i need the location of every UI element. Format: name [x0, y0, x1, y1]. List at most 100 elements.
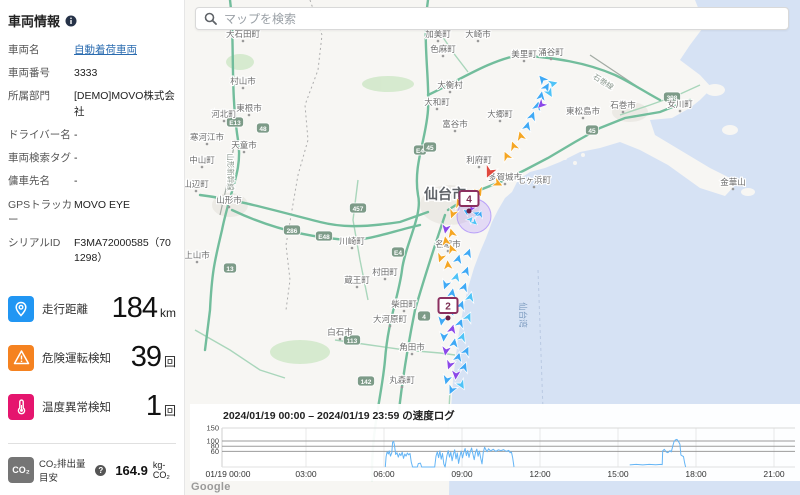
road-badge: 45 — [585, 124, 599, 136]
road-badge: 286 — [283, 224, 301, 236]
co2-icon: CO₂ — [8, 457, 34, 484]
svg-text:E48: E48 — [318, 234, 330, 241]
stat-label: 温度異常検知 — [42, 401, 111, 414]
svg-text:286: 286 — [287, 228, 298, 235]
road-badge: 48 — [256, 122, 270, 134]
stat-row-temperature: 温度異常検知 1 回 — [0, 382, 184, 431]
field-row: ドライバー名 - — [0, 124, 184, 147]
vehicle-name-link[interactable]: 自動着荷車両 — [74, 43, 137, 58]
y-tick-label: 60 — [211, 447, 219, 456]
map-place-label: 中山町 — [189, 155, 215, 165]
map-place-label: 大衡村 — [437, 80, 463, 90]
map-place-label: 七ヶ浜町 — [517, 175, 552, 185]
map-place-label: 山形市 — [216, 195, 242, 205]
map-place-label: 仙台湾 — [518, 302, 528, 328]
vehicle-fields: 車両名 自動着荷車両 車両番号 3333 所属部門 [DEMO]MOVO株式会社 ドライバー… — [0, 39, 184, 270]
stat-unit: 回 — [163, 404, 176, 419]
map-place-label: 丸森町 — [389, 375, 415, 385]
field-value: MOVO EYE — [74, 198, 131, 211]
map-place-label: 東松島市 — [566, 106, 601, 116]
field-value: - — [74, 128, 78, 141]
road-badge: 45 — [423, 141, 437, 153]
map-place-label: 角田市 — [399, 342, 425, 352]
vehicle-info-sidebar: 車両情報 車両名 自動着荷車両 車両番号 3333 所属部門 [DEMO]MOVO株式会社… — [0, 0, 185, 495]
map-place-label: 村田町 — [372, 267, 398, 277]
svg-text:457: 457 — [353, 206, 364, 213]
map-place-label: 村山市 — [230, 76, 256, 86]
field-row: シリアルID F3MA72000585（701298） — [0, 232, 184, 270]
map-place-label: 涌谷町 — [538, 47, 564, 57]
field-row: 傭車先名 - — [0, 170, 184, 193]
field-row: 車両検索タグ - — [0, 147, 184, 170]
y-tick-label: 150 — [206, 424, 219, 433]
map-place-label: 金華山 — [720, 177, 746, 187]
map-place-label: 色麻町 — [430, 44, 456, 54]
field-value: F3MA72000585（701298） — [74, 236, 171, 265]
stat-row-distance: 走行距離 184 km — [0, 284, 184, 333]
stat-value: 184 — [111, 292, 158, 325]
field-row: 車両番号 3333 — [0, 62, 184, 85]
thermometer-icon — [8, 393, 34, 420]
map-place-label: 利府町 — [466, 155, 492, 165]
info-icon[interactable] — [65, 15, 77, 27]
map-place-label: 山形新幹線 — [226, 153, 236, 191]
svg-text:4: 4 — [422, 314, 426, 321]
map-place-label: 女川町 — [667, 99, 693, 109]
road-badge: E48 — [315, 230, 333, 242]
x-tick-label: 12:00 — [529, 469, 551, 479]
help-icon[interactable]: ? — [95, 464, 107, 476]
field-label: シリアルID — [8, 236, 61, 249]
svg-text:48: 48 — [259, 126, 267, 133]
co2-label: CO₂排出量目安 — [39, 459, 86, 485]
map-search-input[interactable] — [224, 11, 780, 26]
field-label: 所属部門 — [8, 90, 50, 103]
svg-text:45: 45 — [426, 145, 434, 152]
field-row: 所属部門 [DEMO]MOVO株式会社 — [0, 85, 184, 123]
stat-value: 39 — [130, 341, 162, 374]
field-value: - — [74, 175, 78, 188]
sidebar-header: 車両情報 — [0, 0, 184, 39]
x-tick-label: 21:00 — [763, 469, 785, 479]
map-place-label: 川崎町 — [339, 236, 365, 246]
svg-text:142: 142 — [361, 379, 372, 386]
map-place-label: 美里町 — [511, 49, 537, 59]
field-value: - — [74, 152, 78, 165]
warning-icon — [8, 344, 34, 371]
map-place-label: 東根市 — [236, 103, 262, 113]
speed-log-panel: 2024/01/19 00:00 – 2024/01/19 23:59 の速度ロ… — [190, 404, 800, 481]
field-label: 車両検索タグ — [8, 152, 71, 165]
stat-label: 走行距離 — [42, 303, 88, 316]
google-logo: Google — [191, 481, 231, 493]
svg-text:E4: E4 — [416, 148, 424, 155]
map-place-label: 加美町 — [425, 29, 451, 39]
co2-value: 164.9 — [115, 462, 148, 478]
x-tick-label: 03:00 — [295, 469, 317, 479]
field-label: GPSトラッカー — [8, 198, 73, 226]
map-container[interactable]: E4 E4 E13 13 48 286 E48 457 45 45 398 113 4 142 大石田町 村山… — [185, 0, 800, 495]
stat-row-danger: 危険運転検知 39 回 — [0, 333, 184, 382]
x-tick-label: 18:00 — [685, 469, 707, 479]
svg-text:2: 2 — [445, 302, 451, 313]
speed-line — [384, 440, 515, 468]
map-place-label: 蔵王町 — [344, 275, 370, 285]
svg-text:E13: E13 — [229, 120, 241, 127]
road-badge: E4 — [391, 246, 405, 258]
speed-log-chart: 150100806001/19 00:00 03:00 06:00 09:00 12:0… — [206, 424, 795, 479]
x-tick-label: 09:00 — [451, 469, 473, 479]
field-value: [DEMO]MOVO株式会社 — [74, 90, 175, 118]
vehicle-stats: 走行距離 184 km 危険運転検知 39 回温度異常検知 1 回 — [0, 284, 184, 431]
search-icon — [204, 12, 217, 25]
map-place-label: 上山市 — [185, 250, 210, 260]
road-badge: 4 — [417, 310, 431, 322]
map-place-label: 大郷町 — [487, 109, 513, 119]
map-place-label: 寒河江市 — [190, 132, 225, 142]
svg-text:4: 4 — [466, 195, 472, 206]
x-tick-label: 15:00 — [607, 469, 629, 479]
field-row: GPSトラッカー MOVO EYE — [0, 194, 184, 232]
map-place-label: 富谷市 — [442, 119, 468, 129]
speed-line — [629, 438, 687, 468]
map-place-label: 大和町 — [424, 97, 450, 107]
map-place-label: 河北町 — [211, 109, 237, 119]
sidebar-divider — [8, 443, 176, 445]
x-tick-label: 01/19 00:00 — [206, 469, 251, 479]
